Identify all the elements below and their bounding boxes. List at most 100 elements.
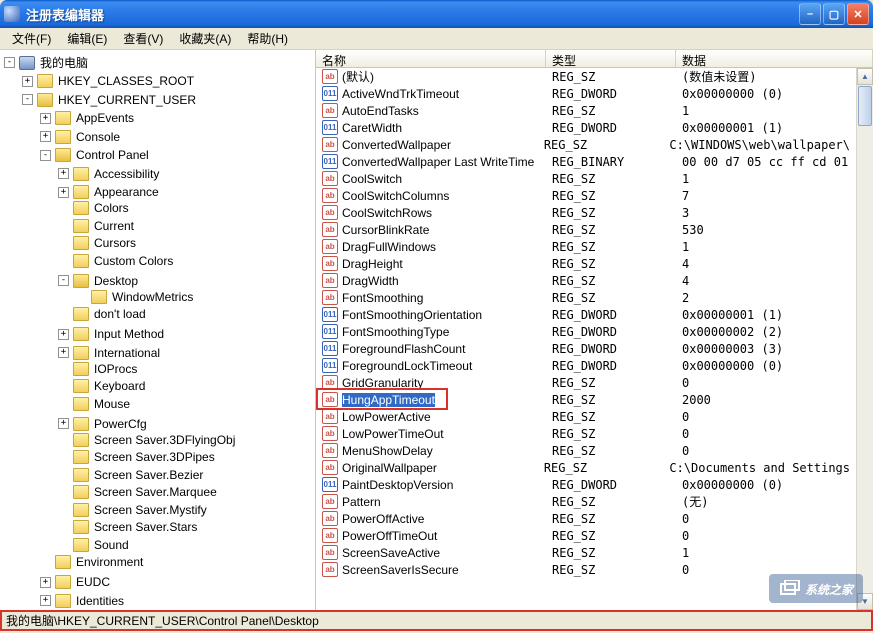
tree-item-screen-saver-bezier[interactable]: Screen Saver.Bezier <box>58 467 315 485</box>
value-row[interactable]: abScreenSaverIsSecureREG_SZ0 <box>316 561 856 578</box>
tree-item-appearance[interactable]: +Appearance <box>58 182 315 201</box>
tree-item-don-t-load[interactable]: don't load <box>58 306 315 324</box>
tree-item-appevents[interactable]: +AppEvents <box>40 108 315 127</box>
menubar: 文件(F) 编辑(E) 查看(V) 收藏夹(A) 帮助(H) <box>0 28 873 50</box>
minimize-button[interactable]: – <box>799 3 821 25</box>
string-icon: ab <box>322 69 338 84</box>
value-row[interactable]: abFontSmoothingREG_SZ2 <box>316 289 856 306</box>
tree-hkey-current-user[interactable]: -HKEY_CURRENT_USER +AppEvents+Console-Co… <box>22 89 315 610</box>
value-row[interactable]: abDragWidthREG_SZ4 <box>316 272 856 289</box>
value-type: REG_DWORD <box>546 359 676 373</box>
value-row[interactable]: 011ActiveWndTrkTimeoutREG_DWORD0x0000000… <box>316 85 856 102</box>
scroll-down-button[interactable]: ▼ <box>857 593 873 610</box>
tree-item-current[interactable]: Current <box>58 218 315 236</box>
binary-icon: 011 <box>322 477 338 492</box>
value-row[interactable]: abDragHeightREG_SZ4 <box>316 255 856 272</box>
value-row[interactable]: 011ConvertedWallpaper Last WriteTimeREG_… <box>316 153 856 170</box>
maximize-button[interactable]: ▢ <box>823 3 845 25</box>
value-row[interactable]: abConvertedWallpaperREG_SZC:\WINDOWS\web… <box>316 136 856 153</box>
scroll-up-button[interactable]: ▲ <box>857 68 873 85</box>
tree-hkey-classes[interactable]: +HKEY_CLASSES_ROOT <box>22 71 315 90</box>
value-row[interactable]: abMenuShowDelayREG_SZ0 <box>316 442 856 459</box>
tree-item-custom-colors[interactable]: Custom Colors <box>58 253 315 271</box>
value-row[interactable]: abLowPowerActiveREG_SZ0 <box>316 408 856 425</box>
value-type: REG_SZ <box>546 104 676 118</box>
value-row[interactable]: abCursorBlinkRateREG_SZ530 <box>316 221 856 238</box>
value-type: REG_SZ <box>546 172 676 186</box>
value-row[interactable]: 011ForegroundLockTimeoutREG_DWORD0x00000… <box>316 357 856 374</box>
tree-item-screen-saver-3dflyingobj[interactable]: Screen Saver.3DFlyingObj <box>58 432 315 450</box>
value-row[interactable]: abCoolSwitchRowsREG_SZ3 <box>316 204 856 221</box>
menu-edit[interactable]: 编辑(E) <box>59 28 115 49</box>
tree-item-cursors[interactable]: Cursors <box>58 235 315 253</box>
value-row[interactable]: 011FontSmoothingOrientationREG_DWORD0x00… <box>316 306 856 323</box>
tree-item-input-method[interactable]: +Input Method <box>58 324 315 343</box>
tree-item-screen-saver-mystify[interactable]: Screen Saver.Mystify <box>58 502 315 520</box>
list-body[interactable]: ab(默认)REG_SZ(数值未设置)011ActiveWndTrkTimeou… <box>316 68 856 610</box>
tree-item-windowmetrics[interactable]: WindowMetrics <box>76 289 315 307</box>
folder-icon <box>73 327 89 341</box>
folder-icon <box>73 450 89 464</box>
tree-item-sound[interactable]: Sound <box>58 537 315 555</box>
value-type: REG_BINARY <box>546 155 676 169</box>
menu-view[interactable]: 查看(V) <box>115 28 171 49</box>
binary-icon: 011 <box>322 307 338 322</box>
value-row[interactable]: 011FontSmoothingTypeREG_DWORD0x00000002 … <box>316 323 856 340</box>
value-row[interactable]: abHungAppTimeoutREG_SZ2000 <box>316 391 856 408</box>
value-name: FontSmoothingType <box>342 325 449 339</box>
value-row[interactable]: abCoolSwitchREG_SZ1 <box>316 170 856 187</box>
vertical-scrollbar[interactable]: ▲ ▼ <box>856 68 873 610</box>
string-icon: ab <box>322 290 338 305</box>
value-data: 0 <box>676 376 856 390</box>
tree-item-screen-saver-marquee[interactable]: Screen Saver.Marquee <box>58 484 315 502</box>
tree-item-mouse[interactable]: Mouse <box>58 396 315 414</box>
value-row[interactable]: abDragFullWindowsREG_SZ1 <box>316 238 856 255</box>
tree-item-screen-saver-stars[interactable]: Screen Saver.Stars <box>58 519 315 537</box>
menu-file[interactable]: 文件(F) <box>4 28 59 49</box>
value-row[interactable]: abPowerOffActiveREG_SZ0 <box>316 510 856 527</box>
tree-item-environment[interactable]: Environment <box>40 554 315 572</box>
value-data: 1 <box>676 240 856 254</box>
value-row[interactable]: 011CaretWidthREG_DWORD0x00000001 (1) <box>316 119 856 136</box>
tree-item-console[interactable]: +Console <box>40 126 315 145</box>
value-data: 0x00000001 (1) <box>676 121 856 135</box>
value-data: 0x00000000 (0) <box>676 87 856 101</box>
column-data[interactable]: 数据 <box>676 50 873 67</box>
folder-icon <box>55 555 71 569</box>
tree-root[interactable]: -我的电脑 +HKEY_CLASSES_ROOT -HKEY_CURRENT_U… <box>4 52 315 610</box>
tree-item-keyboard[interactable]: Keyboard <box>58 378 315 396</box>
folder-icon <box>73 468 89 482</box>
menu-help[interactable]: 帮助(H) <box>239 28 296 49</box>
tree-item-keyboard-layout[interactable]: +Keyboard Layout <box>40 609 315 611</box>
value-type: REG_SZ <box>538 461 664 475</box>
tree-item-international[interactable]: +International <box>58 342 315 361</box>
column-type[interactable]: 类型 <box>546 50 676 67</box>
tree-pane[interactable]: -我的电脑 +HKEY_CLASSES_ROOT -HKEY_CURRENT_U… <box>0 50 316 610</box>
value-row[interactable]: abCoolSwitchColumnsREG_SZ7 <box>316 187 856 204</box>
value-row[interactable]: abPatternREG_SZ(无) <box>316 493 856 510</box>
value-name: Pattern <box>342 495 381 509</box>
tree-item-control-panel[interactable]: -Control Panel+Accessibility+AppearanceC… <box>40 145 315 555</box>
menu-favorites[interactable]: 收藏夹(A) <box>171 28 239 49</box>
scroll-thumb[interactable] <box>858 86 872 126</box>
tree-item-screen-saver-3dpipes[interactable]: Screen Saver.3DPipes <box>58 449 315 467</box>
value-row[interactable]: ab(默认)REG_SZ(数值未设置) <box>316 68 856 85</box>
value-row[interactable]: abLowPowerTimeOutREG_SZ0 <box>316 425 856 442</box>
tree-item-colors[interactable]: Colors <box>58 200 315 218</box>
tree-item-desktop[interactable]: -DesktopWindowMetrics <box>58 270 315 306</box>
value-row[interactable]: abOriginalWallpaperREG_SZC:\Documents an… <box>316 459 856 476</box>
tree-item-powercfg[interactable]: +PowerCfg <box>58 413 315 432</box>
tree-item-ioprocs[interactable]: IOProcs <box>58 361 315 379</box>
tree-item-eudc[interactable]: +EUDC <box>40 572 315 591</box>
value-row[interactable]: 011PaintDesktopVersionREG_DWORD0x0000000… <box>316 476 856 493</box>
value-row[interactable]: abPowerOffTimeOutREG_SZ0 <box>316 527 856 544</box>
value-row[interactable]: abAutoEndTasksREG_SZ1 <box>316 102 856 119</box>
value-row[interactable]: abGridGranularityREG_SZ0 <box>316 374 856 391</box>
value-row[interactable]: abScreenSaveActiveREG_SZ1 <box>316 544 856 561</box>
value-type: REG_SZ <box>546 240 676 254</box>
value-row[interactable]: 011ForegroundFlashCountREG_DWORD0x000000… <box>316 340 856 357</box>
tree-item-accessibility[interactable]: +Accessibility <box>58 163 315 182</box>
column-name[interactable]: 名称 <box>316 50 546 67</box>
close-button[interactable]: ✕ <box>847 3 869 25</box>
tree-item-identities[interactable]: +Identities <box>40 590 315 609</box>
